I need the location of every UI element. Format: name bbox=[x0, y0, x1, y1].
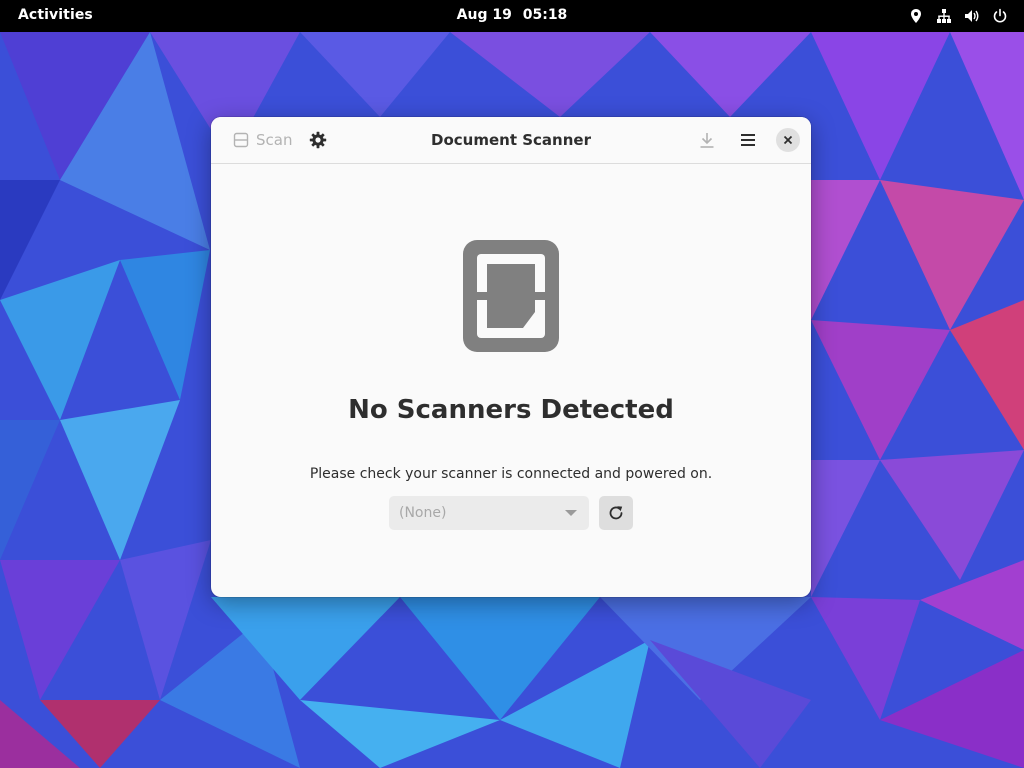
device-dropdown[interactable]: (None) bbox=[389, 496, 589, 530]
chevron-down-icon bbox=[565, 510, 577, 516]
refresh-button[interactable] bbox=[599, 496, 633, 530]
refresh-icon bbox=[609, 506, 623, 520]
hamburger-menu-icon[interactable] bbox=[738, 130, 758, 150]
close-icon bbox=[783, 135, 793, 145]
empty-state-heading: No Scanners Detected bbox=[348, 395, 674, 425]
location-icon bbox=[911, 9, 921, 23]
volume-icon bbox=[965, 10, 979, 22]
device-dropdown-value: (None) bbox=[399, 505, 447, 521]
desktop: Activities Aug 19 05:18 Scan Document Sc… bbox=[0, 0, 1024, 768]
network-icon bbox=[937, 9, 951, 23]
clock[interactable]: Aug 19 05:18 bbox=[0, 7, 1024, 23]
download-icon[interactable] bbox=[697, 130, 717, 150]
clock-date: Aug 19 bbox=[456, 7, 512, 23]
power-icon bbox=[993, 8, 1007, 23]
header-bar: Scan Document Scanner bbox=[211, 117, 811, 164]
document-scanner-window: Scan Document Scanner No Scanners Detect… bbox=[211, 117, 811, 597]
clock-time: 05:18 bbox=[522, 7, 568, 23]
close-button[interactable] bbox=[776, 128, 800, 152]
scanner-placeholder-icon bbox=[463, 240, 559, 352]
empty-state-message: Please check your scanner is connected a… bbox=[309, 466, 713, 482]
window-title: Document Scanner bbox=[431, 131, 591, 149]
system-tray[interactable] bbox=[908, 6, 1008, 26]
top-bar: Activities Aug 19 05:18 bbox=[0, 0, 1024, 32]
